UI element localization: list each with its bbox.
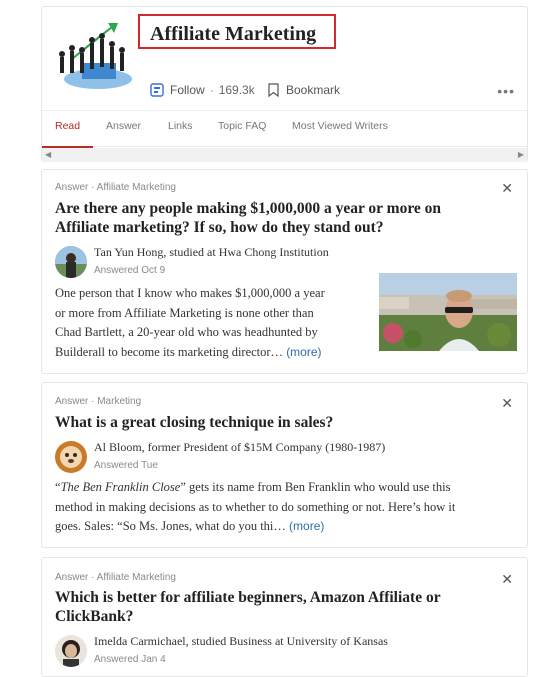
- topic-title-highlight: Affiliate Marketing: [138, 14, 336, 49]
- more-link[interactable]: (more): [289, 519, 324, 533]
- answer-date: Answered Jan 4: [94, 654, 166, 665]
- bookmark-label: Bookmark: [286, 83, 341, 97]
- question-title[interactable]: What is a great closing technique in sal…: [55, 413, 497, 432]
- follow-separator: ·: [209, 83, 214, 97]
- author-credential[interactable]: Tan Yun Hong, studied at Hwa Chong Insti…: [94, 245, 329, 260]
- answer-thumbnail[interactable]: [379, 273, 517, 351]
- answer-date: Answered Tue: [94, 460, 158, 471]
- follow-label: Follow: [170, 83, 205, 97]
- author-credential[interactable]: Al Bloom, former President of $15M Compa…: [94, 440, 385, 455]
- answer-preview-line: or more from Affiliate Marketing is none…: [55, 305, 314, 320]
- author-credential[interactable]: Imelda Carmichael, studied Business at U…: [94, 634, 388, 649]
- scroll-left-icon[interactable]: ◀: [45, 150, 51, 159]
- tab-most-viewed-writers[interactable]: Most Viewed Writers: [292, 120, 388, 132]
- answer-meta[interactable]: Answer · Marketing: [55, 396, 141, 407]
- answer-date: Answered Oct 9: [94, 265, 166, 276]
- scroll-right-icon[interactable]: ▶: [518, 150, 524, 159]
- avatar[interactable]: [55, 246, 87, 278]
- more-options-icon[interactable]: •••: [497, 83, 515, 99]
- answer-preview-line: Chad Bartlett, a 20-year old who was hea…: [55, 325, 318, 339]
- avatar[interactable]: [55, 635, 87, 667]
- tab-read[interactable]: Read: [55, 120, 80, 132]
- answer-preview[interactable]: “The Ben Franklin Close” gets its name f…: [55, 478, 520, 537]
- follow-button[interactable]: Follow · 169.3k: [150, 83, 255, 97]
- answer-preview-line: One person that I know who makes $1,000,…: [55, 286, 325, 300]
- answer-preview-line: Builderall to become its marketing direc…: [55, 344, 322, 359]
- tab-scrollbar[interactable]: ◀ ▶: [42, 148, 527, 162]
- answer-meta[interactable]: Answer · Affiliate Marketing: [55, 182, 176, 193]
- answer-meta[interactable]: Answer · Affiliate Marketing: [55, 572, 176, 583]
- answer-preview-line: “The Ben Franklin Close” gets its name f…: [55, 480, 451, 494]
- close-icon[interactable]: ✕: [501, 571, 513, 588]
- answer-preview-line: goes. Sales: “So Ms. Jones, what do you …: [55, 519, 325, 533]
- topic-header-card: Affiliate Marketing Follow · 169.3k Book…: [41, 6, 528, 162]
- follow-icon: [150, 83, 164, 97]
- topic-title: Affiliate Marketing: [150, 23, 317, 45]
- tab-links[interactable]: Links: [168, 120, 193, 132]
- answer-preview[interactable]: One person that I know who makes $1,000,…: [55, 284, 375, 362]
- bookmark-button[interactable]: Bookmark: [268, 83, 340, 97]
- feed-item: Answer · Affiliate Marketing ✕ Which is …: [41, 557, 528, 677]
- follow-count: 169.3k: [218, 83, 255, 97]
- question-title[interactable]: Are there any people making $1,000,000 a…: [55, 199, 497, 237]
- close-icon[interactable]: ✕: [501, 395, 513, 412]
- topic-tabs: Read Answer Links Topic FAQ Most Viewed …: [42, 110, 527, 148]
- bookmark-icon: [268, 83, 279, 97]
- close-icon[interactable]: ✕: [501, 180, 513, 197]
- more-link[interactable]: (more): [286, 345, 321, 359]
- feed-item: Answer · Affiliate Marketing ✕ Are there…: [41, 169, 528, 374]
- question-title[interactable]: Which is better for affiliate beginners,…: [55, 588, 497, 626]
- answer-preview-line: method in making decisions as to whether…: [55, 499, 456, 514]
- tab-answer[interactable]: Answer: [106, 120, 141, 132]
- topic-image: [54, 19, 134, 99]
- tab-topic-faq[interactable]: Topic FAQ: [218, 120, 266, 132]
- feed-item: Answer · Marketing ✕ What is a great clo…: [41, 382, 528, 548]
- avatar[interactable]: [55, 441, 87, 473]
